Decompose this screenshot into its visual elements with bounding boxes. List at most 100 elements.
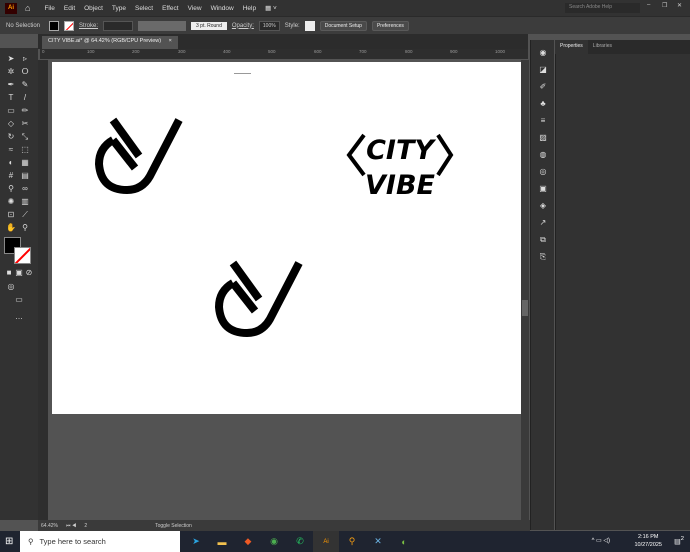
menu-help[interactable]: Help: [243, 5, 256, 12]
hand-tool-icon[interactable]: ✋: [6, 223, 16, 233]
preferences-button[interactable]: Preferences: [371, 20, 409, 31]
menu-object[interactable]: Object: [84, 5, 103, 12]
free-transform-icon[interactable]: ⬚: [20, 145, 30, 155]
menu-view[interactable]: View: [188, 5, 202, 12]
document-tab[interactable]: CITY VIBE.ai* @ 64.42% (RGB/CPU Preview)…: [42, 36, 178, 49]
direct-selection-tool-icon[interactable]: ▹: [20, 54, 30, 64]
cv-logo-top[interactable]: [99, 120, 179, 190]
search-app-icon[interactable]: ⚲: [339, 531, 365, 552]
slice-tool-icon[interactable]: ⟋: [20, 210, 30, 220]
artboard[interactable]: CITY VIBE: [52, 62, 521, 414]
curvature-tool-icon[interactable]: ✎: [20, 80, 30, 90]
none-mode-icon[interactable]: ⊘: [24, 268, 34, 278]
illustrator-taskbar-icon[interactable]: Ai: [313, 531, 339, 552]
menu-select[interactable]: Select: [135, 5, 153, 12]
stroke-color-box[interactable]: [14, 247, 31, 264]
style-swatch[interactable]: [304, 20, 315, 31]
close-window-icon[interactable]: ✕: [677, 2, 682, 9]
fill-swatch[interactable]: [49, 20, 59, 31]
pen-tool-icon[interactable]: ✒: [6, 80, 16, 90]
gradient-panel-icon[interactable]: ▨: [538, 133, 548, 143]
restore-icon[interactable]: ❐: [662, 2, 667, 9]
perspective-grid-icon[interactable]: ▦: [20, 158, 30, 168]
mesh-tool-icon[interactable]: #: [6, 171, 16, 181]
appearance-icon[interactable]: ◎: [538, 167, 548, 177]
gradient-tool-icon[interactable]: ▤: [20, 171, 30, 181]
taskbar-search-box[interactable]: ⚲ Type here to search: [20, 531, 180, 552]
warp-tool-icon[interactable]: ≈: [6, 145, 16, 155]
stroke-swatch[interactable]: [64, 20, 74, 31]
graphic-styles-icon[interactable]: ▣: [538, 184, 548, 194]
blend-tool-icon[interactable]: ∞: [20, 184, 30, 194]
brave-icon[interactable]: ◆: [235, 531, 261, 552]
x-app-icon[interactable]: ✕: [365, 531, 391, 552]
whatsapp-icon[interactable]: ✆: [287, 531, 313, 552]
menu-file[interactable]: File: [44, 5, 54, 12]
system-tray-icons[interactable]: ^ ▭ ◁): [592, 537, 610, 544]
color-mode-icon[interactable]: ■: [4, 268, 14, 278]
help-search-input[interactable]: Search Adobe Help: [565, 3, 640, 13]
edit-toolbar-icon[interactable]: …: [14, 312, 24, 322]
scale-tool-icon[interactable]: ⤡: [20, 132, 30, 142]
menu-edit[interactable]: Edit: [64, 5, 75, 12]
panel-tabs: Properties Libraries: [555, 40, 690, 54]
variable-width-profile[interactable]: [138, 20, 187, 31]
rectangle-tool-icon[interactable]: ▭: [6, 106, 16, 116]
status-tool-label: Toggle Selection: [155, 522, 192, 529]
brush-definition[interactable]: 3 pt. Round: [191, 21, 227, 30]
vertical-scrollbar[interactable]: [521, 60, 529, 520]
home-icon[interactable]: ⌂: [25, 3, 30, 13]
gradient-mode-icon[interactable]: ▣: [14, 268, 24, 278]
document-setup-button[interactable]: Document Setup: [319, 20, 367, 31]
menu-effect[interactable]: Effect: [162, 5, 179, 12]
opacity-field[interactable]: 100%: [258, 20, 280, 31]
notifications-icon[interactable]: ▤2: [674, 536, 684, 545]
chrome-icon[interactable]: ◉: [261, 531, 287, 552]
windows-start-icon[interactable]: ⊞: [5, 536, 13, 547]
layers-icon[interactable]: ◈: [538, 201, 548, 211]
selection-tool-icon[interactable]: ➤: [6, 54, 16, 64]
edge-app-icon[interactable]: ◐: [391, 531, 417, 552]
tab-libraries[interactable]: Libraries: [588, 40, 617, 54]
pencil-tool-icon[interactable]: ✏: [20, 106, 30, 116]
artboard-nav-icon[interactable]: ⏮ ◀: [66, 523, 76, 529]
type-tool-icon[interactable]: T: [6, 93, 16, 103]
close-tab-icon[interactable]: ×: [169, 38, 172, 44]
zoom-level-field[interactable]: 64.42%: [41, 523, 58, 529]
rotate-tool-icon[interactable]: ↻: [6, 132, 16, 142]
transparency-icon[interactable]: ◍: [538, 150, 548, 160]
shape-builder-icon[interactable]: ◐: [6, 158, 16, 168]
symbol-sprayer-icon[interactable]: ✺: [6, 197, 16, 207]
artboard-number-field[interactable]: 2: [84, 523, 87, 529]
screen-mode-icon[interactable]: ▭: [14, 295, 24, 305]
line-tool-icon[interactable]: /: [20, 93, 30, 103]
menu-window[interactable]: Window: [211, 5, 234, 12]
magic-wand-icon[interactable]: ✲: [6, 67, 16, 77]
graph-tool-icon[interactable]: ▥: [20, 197, 30, 207]
draw-mode-icon[interactable]: ◎: [6, 282, 16, 292]
zoom-tool-icon[interactable]: ⚲: [20, 223, 30, 233]
brushes-icon[interactable]: ✐: [538, 82, 548, 92]
artboards-icon[interactable]: ⧉: [538, 235, 548, 245]
stroke-weight-field[interactable]: [103, 20, 134, 31]
asset-export-icon[interactable]: ↗: [538, 218, 548, 228]
workspace-switcher-icon[interactable]: ▦ ˅: [265, 4, 277, 12]
eraser-tool-icon[interactable]: ◇: [6, 119, 16, 129]
telegram-icon[interactable]: ➤: [183, 531, 209, 552]
file-explorer-icon[interactable]: ▬: [209, 531, 235, 552]
scissors-icon[interactable]: ✂: [20, 119, 30, 129]
cv-logo-bottom[interactable]: [219, 263, 299, 333]
tab-properties[interactable]: Properties: [555, 40, 588, 54]
minimize-icon[interactable]: –: [647, 2, 650, 8]
taskbar-clock[interactable]: 2:16 PM 10/27/2025: [634, 533, 662, 549]
menu-type[interactable]: Type: [112, 5, 126, 12]
lasso-icon[interactable]: ⵔ: [20, 67, 30, 77]
eyedropper-icon[interactable]: ⚲: [6, 184, 16, 194]
symbols-icon[interactable]: ♣: [538, 99, 548, 109]
links-icon[interactable]: ⎘: [538, 252, 548, 262]
swatches-icon[interactable]: ◪: [538, 65, 548, 75]
color-panel-icon[interactable]: ◉: [538, 48, 548, 58]
stroke-panel-icon[interactable]: ≡: [538, 116, 548, 126]
artboard-tool-icon[interactable]: ⊡: [6, 210, 16, 220]
city-vibe-logo[interactable]: CITY VIBE: [346, 133, 454, 201]
